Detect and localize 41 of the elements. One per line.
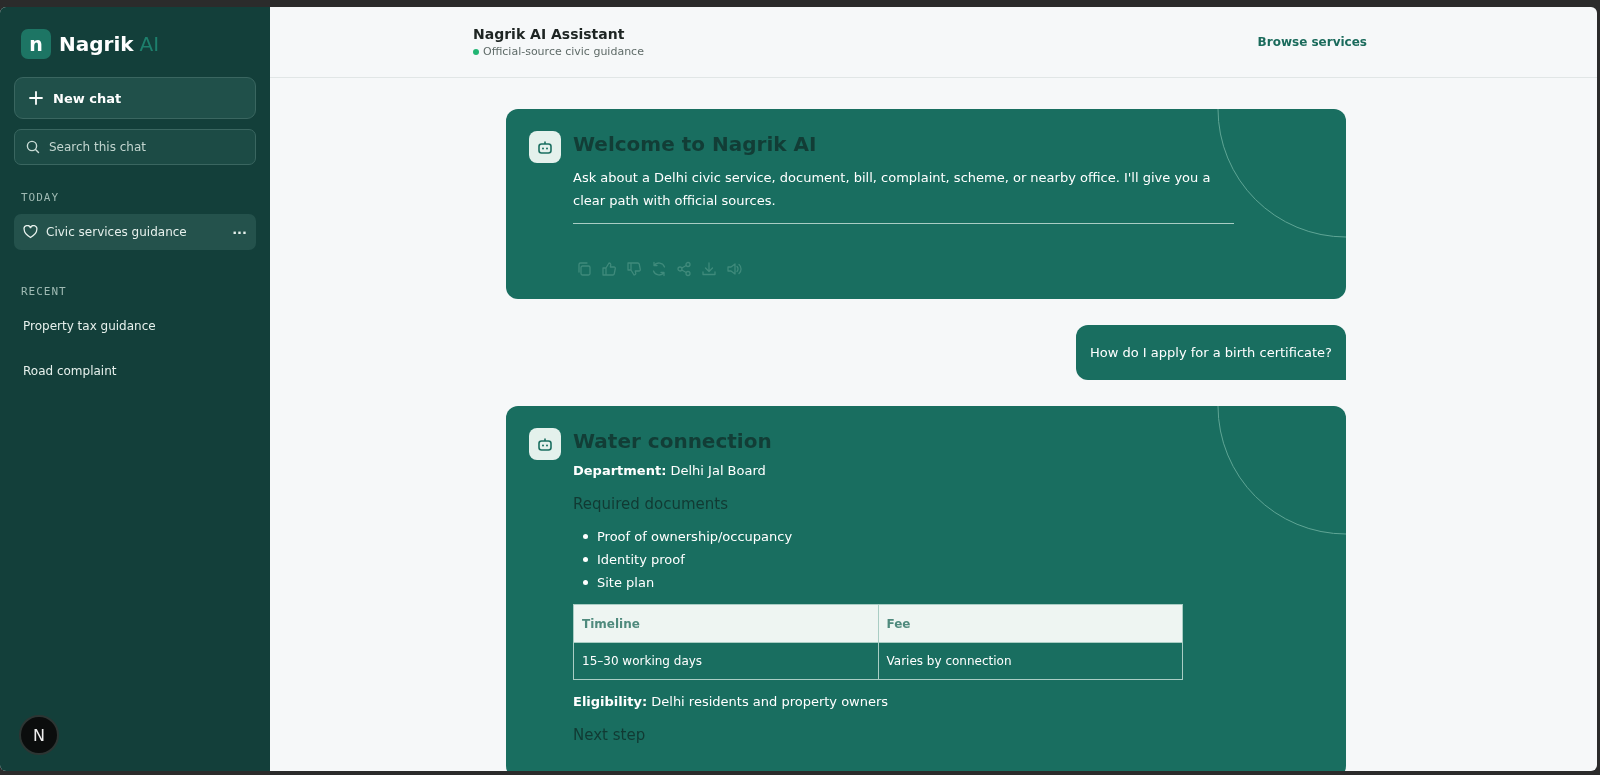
- bot-avatar-icon: [529, 131, 561, 163]
- bullet-icon: [583, 580, 588, 585]
- chat-history-item[interactable]: Property tax guidance: [14, 308, 256, 344]
- share-icon[interactable]: [676, 261, 692, 277]
- user-message: How do I apply for a birth certificate?: [1076, 325, 1346, 380]
- plus-icon: [29, 91, 43, 105]
- logo-mark: n: [21, 29, 51, 59]
- more-options-button[interactable]: ···: [232, 224, 247, 240]
- bullet-icon: [583, 534, 588, 539]
- table-header: Timeline: [573, 604, 878, 643]
- thumbs-down-icon[interactable]: [626, 261, 642, 277]
- section-heading: TODAY: [21, 191, 61, 204]
- status-dot: [473, 48, 479, 55]
- assistant-title: Nagrik AI Assistant: [473, 26, 626, 42]
- bot-avatar-icon: [529, 428, 561, 460]
- copy-icon[interactable]: [576, 261, 592, 277]
- speaker-icon[interactable]: [726, 261, 742, 277]
- welcome-text: Ask about a Delhi civic service, document, bill, complaint, scheme, or nearby office. I'll give you a clear path with official sources.: [573, 169, 1212, 210]
- chat-history-item[interactable]: Road complaint: [14, 353, 256, 389]
- thumbs-up-icon[interactable]: [601, 261, 617, 277]
- app-name: Nagrik: [59, 32, 134, 56]
- status-text: Official-source civic guidance: [483, 45, 644, 58]
- document-item: Site plan: [597, 575, 655, 590]
- search-field[interactable]: Search this chat: [14, 129, 256, 165]
- bullet-icon: [583, 557, 588, 562]
- document-item: Identity proof: [597, 552, 685, 567]
- section-heading: RECENT: [21, 285, 68, 298]
- table-cell: Varies by connection: [878, 642, 1183, 680]
- chat-history-item[interactable]: Civic services guidance ···: [14, 214, 256, 250]
- download-icon[interactable]: [701, 261, 717, 277]
- browse-services-link[interactable]: Browse services: [1257, 35, 1367, 49]
- dev-tools-badge[interactable]: N: [19, 715, 59, 755]
- refresh-icon[interactable]: [651, 261, 667, 277]
- table-header: Fee: [878, 604, 1183, 643]
- detail-text: Department: Delhi Jal Board: [573, 463, 767, 478]
- heart-icon: [23, 225, 38, 239]
- app-name-suffix: AI: [139, 32, 160, 56]
- document-item: Proof of ownership/occupancy: [597, 529, 793, 544]
- new-chat-button[interactable]: New chat: [14, 77, 256, 119]
- table-cell: 15–30 working days: [573, 642, 878, 680]
- detail-text: Eligibility: Delhi residents and property owners: [573, 694, 890, 709]
